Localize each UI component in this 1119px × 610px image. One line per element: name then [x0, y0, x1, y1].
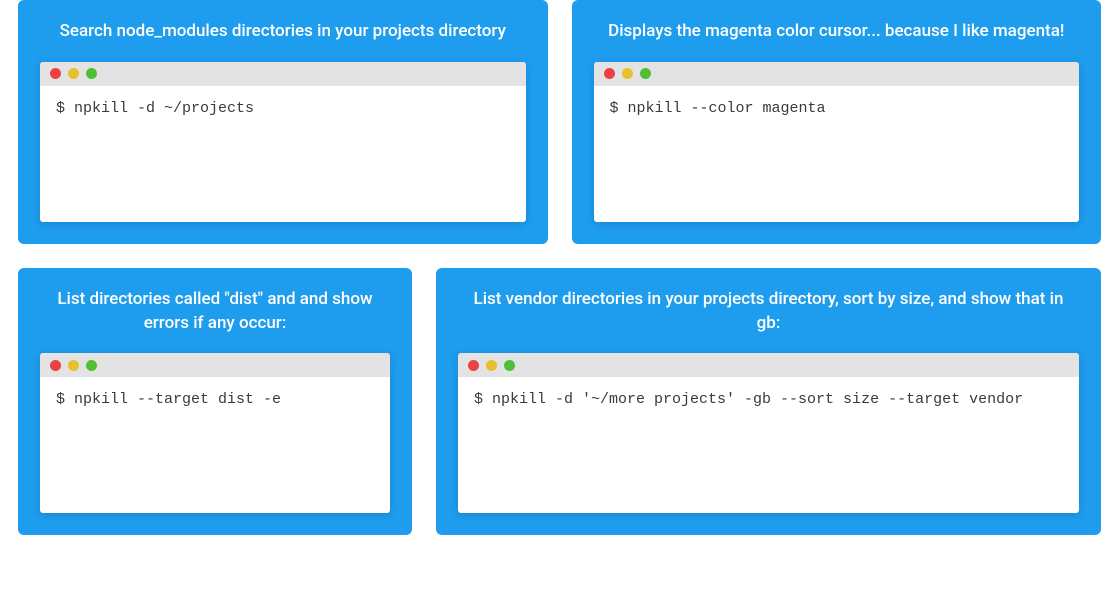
minimize-icon	[68, 360, 79, 371]
terminal-titlebar	[594, 62, 1080, 86]
terminal-command: $ npkill -d ~/projects	[40, 86, 526, 222]
close-icon	[50, 68, 61, 79]
terminal-command: $ npkill -d '~/more projects' -gb --sort…	[458, 377, 1079, 513]
example-title: Displays the magenta color cursor... bec…	[594, 20, 1080, 44]
terminal-titlebar	[458, 353, 1079, 377]
example-card: Displays the magenta color cursor... bec…	[572, 0, 1102, 244]
close-icon	[468, 360, 479, 371]
minimize-icon	[68, 68, 79, 79]
terminal-titlebar	[40, 353, 390, 377]
example-title: Search node_modules directories in your …	[40, 20, 526, 44]
close-icon	[50, 360, 61, 371]
maximize-icon	[86, 360, 97, 371]
maximize-icon	[504, 360, 515, 371]
example-card: List vendor directories in your projects…	[436, 268, 1101, 536]
terminal-window: $ npkill -d ~/projects	[40, 62, 526, 222]
minimize-icon	[622, 68, 633, 79]
terminal-window: $ npkill -d '~/more projects' -gb --sort…	[458, 353, 1079, 513]
maximize-icon	[86, 68, 97, 79]
example-card: Search node_modules directories in your …	[18, 0, 548, 244]
maximize-icon	[640, 68, 651, 79]
terminal-window: $ npkill --target dist -e	[40, 353, 390, 513]
example-title: List directories called "dist" and and s…	[40, 288, 390, 336]
terminal-command: $ npkill --target dist -e	[40, 377, 390, 513]
example-card: List directories called "dist" and and s…	[18, 268, 412, 536]
example-title: List vendor directories in your projects…	[458, 288, 1079, 336]
close-icon	[604, 68, 615, 79]
minimize-icon	[486, 360, 497, 371]
example-row-2: List directories called "dist" and and s…	[18, 268, 1101, 536]
terminal-command: $ npkill --color magenta	[594, 86, 1080, 222]
terminal-window: $ npkill --color magenta	[594, 62, 1080, 222]
example-row-1: Search node_modules directories in your …	[18, 0, 1101, 244]
terminal-titlebar	[40, 62, 526, 86]
